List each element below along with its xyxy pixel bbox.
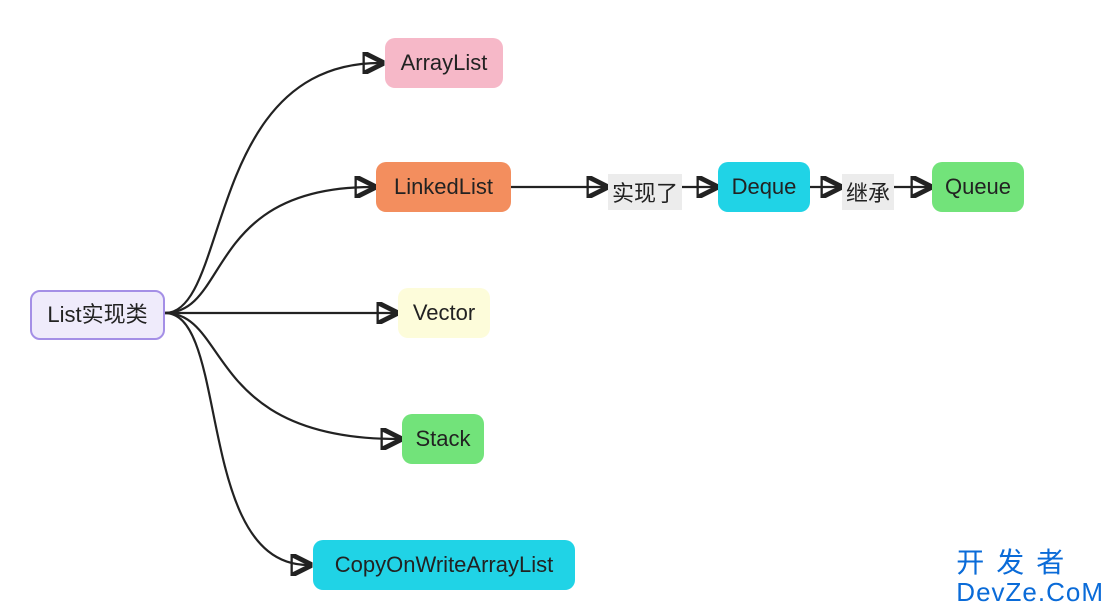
node-label: Stack (415, 426, 470, 452)
node-deque: Deque (718, 162, 810, 212)
node-label: CopyOnWriteArrayList (335, 552, 553, 578)
connector-layer (0, 0, 1114, 610)
node-vector: Vector (398, 288, 490, 338)
watermark-text-top: 开发者 (956, 549, 1104, 578)
node-root: List实现类 (30, 290, 165, 340)
edge-label-implements: 实现了 (608, 174, 682, 210)
edge-label-extends: 继承 (842, 174, 894, 210)
node-label: Queue (945, 174, 1011, 200)
watermark: 开发者 DevZe.CoM (956, 549, 1104, 606)
node-arraylist: ArrayList (385, 38, 503, 88)
node-copyonwritearraylist: CopyOnWriteArrayList (313, 540, 575, 590)
node-label: Vector (413, 300, 475, 326)
node-queue: Queue (932, 162, 1024, 212)
node-linkedlist: LinkedList (376, 162, 511, 212)
watermark-text-bottom: DevZe.CoM (956, 579, 1104, 606)
node-label: ArrayList (401, 50, 488, 76)
diagram-canvas: List实现类 ArrayList LinkedList Vector Stac… (0, 0, 1114, 610)
node-label: Deque (732, 174, 797, 200)
node-label: List实现类 (47, 302, 147, 328)
node-label: LinkedList (394, 174, 493, 200)
node-stack: Stack (402, 414, 484, 464)
